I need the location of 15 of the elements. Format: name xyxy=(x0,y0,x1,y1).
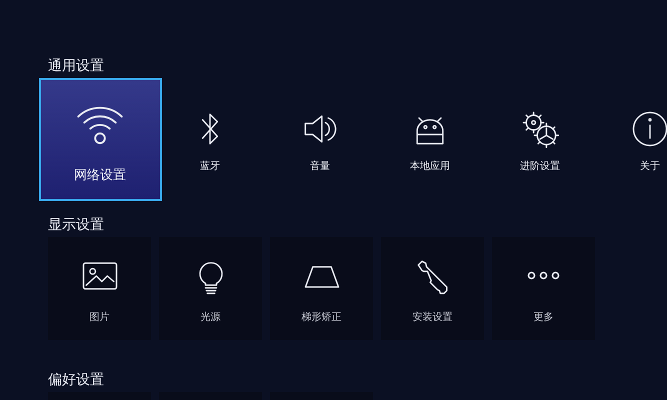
settings-tile[interactable]: 蓝牙 xyxy=(162,78,258,201)
settings-card[interactable]: 光源 xyxy=(159,237,262,340)
settings-card[interactable]: 图片 xyxy=(48,237,151,340)
settings-tile[interactable]: 关于 xyxy=(602,78,667,201)
settings-tile[interactable]: 音量 xyxy=(272,78,368,201)
settings-card[interactable]: 更多 xyxy=(492,237,595,340)
section-title: 通用设置 xyxy=(48,58,105,74)
settings-tile[interactable]: 进阶设置 xyxy=(492,78,588,201)
settings-tile[interactable]: 本地应用 xyxy=(382,78,478,201)
section-title: 显示设置 xyxy=(48,217,105,233)
more-icon xyxy=(527,270,560,281)
settings-tile[interactable]: 网络设置 xyxy=(38,78,162,201)
section-title: 偏好设置 xyxy=(48,372,105,388)
settings-card[interactable]: 安装设置 xyxy=(381,237,484,340)
settings-card[interactable]: 梯形矫正 xyxy=(270,237,373,340)
